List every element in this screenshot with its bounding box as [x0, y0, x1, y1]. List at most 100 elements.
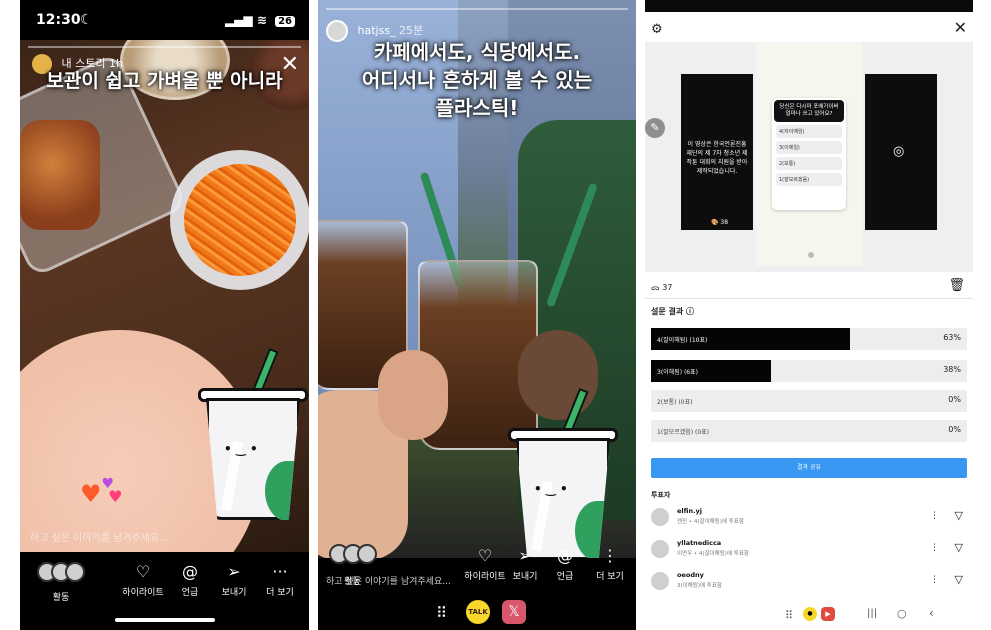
highlight-button[interactable]: ♡ 하이라이트 — [118, 562, 168, 598]
current-indicator — [808, 252, 814, 258]
moon-icon: ☾ — [80, 12, 93, 28]
result-percent: 63% — [943, 333, 961, 342]
voter-name: oeodny — [677, 571, 704, 579]
result-label: 1(잘모르겠음) (0표) — [657, 429, 710, 436]
camera-icon[interactable]: ◎ — [893, 144, 904, 159]
close-icon[interactable]: ✕ — [954, 18, 967, 37]
heart-icon: ♥ — [80, 480, 102, 508]
back-icon[interactable]: ‹ — [929, 606, 934, 620]
result-percent: 38% — [943, 365, 961, 374]
story-time: 25분 — [399, 24, 424, 37]
wifi-icon: ≋ — [256, 13, 267, 27]
app-grid-icon[interactable]: ⠿ — [785, 609, 793, 622]
highlight-label: 하이라이트 — [464, 572, 506, 582]
poll-question: 당신은 다시마 포에가이버 얼마나 쓰고 있어요? — [774, 100, 844, 122]
result-label: 4(잘이해됨) (10표) — [657, 337, 708, 344]
highlight-button[interactable]: ♡ 하이라이트 — [460, 546, 510, 582]
send-icon[interactable]: ▽ — [955, 573, 963, 586]
info-icon[interactable]: ⓘ — [686, 307, 694, 316]
story-panel-1: 12:30 ☾ ▂▄▆ ≋ 26 ♥♥♥ • ‿ • 내 스토리 1h ✕ 보관… — [20, 0, 309, 630]
more-icon[interactable]: ⋮ — [930, 511, 939, 521]
story-caption: 보관이 쉽고 가벼울 뿐 아니라 — [46, 70, 283, 92]
poll-option: 2(보통) — [776, 157, 842, 170]
story-photo-food[interactable]: ♥♥♥ • ‿ • — [20, 40, 309, 552]
send-icon[interactable]: ▽ — [955, 541, 963, 554]
settings-icon[interactable]: ⚙ — [651, 22, 663, 37]
android-nav-bar: ⠿ TALK 𝕏 — [318, 596, 636, 630]
story-thumbnail-current[interactable]: 당신은 다시마 포에가이버 얼마나 쓰고 있어요? 4(자이예임) 3(이메일)… — [756, 42, 862, 266]
send-icon: ➢ — [518, 546, 532, 565]
mention-label: 언급 — [181, 588, 199, 598]
x-app-icon[interactable]: 𝕏 — [502, 600, 526, 624]
voter-vote: 이연우 • 4(잘이해됨)에 투표함 — [677, 551, 749, 557]
poll-results-panel: ⚙ ✕ ✎ 이 영상은 한국언론진흥재단의 제 7차 청소년 제작툰 대회의 지… — [645, 0, 973, 630]
kakaotalk-icon[interactable]: ● — [803, 607, 817, 621]
send-icon[interactable]: ▽ — [955, 509, 963, 522]
activity-button[interactable] — [326, 544, 380, 572]
poll-option: 4(자이예임) — [776, 125, 842, 138]
app-grid-icon[interactable]: ⠿ — [436, 604, 447, 622]
avatar[interactable] — [651, 508, 669, 526]
divider — [645, 298, 973, 299]
activity-label: 활동 — [52, 593, 70, 603]
voter-row[interactable]: oeodny 3(이해됨)에 투표함 ⋮ ▽ — [651, 570, 967, 596]
message-placeholder[interactable]: 하고 싶은 이야기를 남겨주세요... — [30, 529, 169, 544]
story-progress-bar — [28, 46, 301, 48]
story-panel-2: • ‿ • hatjss_ 25분 카페에서도, 식당에서도. 어디서나 흔하게… — [318, 0, 636, 630]
send-label: 보내기 — [512, 572, 538, 582]
viewer-avatars — [326, 544, 380, 568]
activity-button[interactable]: 활동 — [34, 562, 88, 603]
viewer-avatars — [34, 562, 88, 586]
more-button[interactable]: ··· 더 보기 — [260, 562, 300, 598]
share-results-button[interactable]: 결과 공유 — [651, 458, 967, 478]
youtube-icon[interactable]: ▶ — [821, 607, 835, 621]
caption-line: 카페에서도, 식당에서도. — [373, 40, 581, 64]
story-thumbnail-right[interactable]: ◎ — [865, 74, 937, 230]
status-time: 12:30 — [36, 12, 81, 28]
result-label: 3(이해됨) (6표) — [657, 369, 698, 376]
poll-option: 3(이메일) — [776, 141, 842, 154]
android-nav-bar: ⠿ ● ▶ ||| ○ ‹ — [645, 602, 973, 630]
voter-row[interactable]: yllatnedicca 이연우 • 4(잘이해됨)에 투표함 ⋮ ▽ — [651, 538, 967, 564]
story-username[interactable]: hatjss_ — [358, 24, 396, 37]
mention-icon: @ — [557, 546, 573, 565]
kakaotalk-icon[interactable]: TALK — [466, 600, 490, 624]
status-icons: ▂▄▆ ≋ 26 — [225, 13, 295, 27]
activity-label: 활동 — [344, 577, 361, 587]
voter-name: elfin.yj — [677, 507, 703, 515]
signal-icon: ▂▄▆ — [224, 13, 253, 27]
more-label: 더 보기 — [596, 572, 624, 582]
send-button[interactable]: ➢ 보내기 — [216, 562, 252, 598]
home-indicator[interactable] — [115, 618, 215, 622]
caption-line: 플라스틱! — [435, 96, 519, 120]
send-button[interactable]: ➢ 보내기 — [508, 546, 542, 582]
home-icon[interactable]: ○ — [897, 607, 907, 620]
edit-pencil-icon[interactable]: ✎ — [645, 118, 665, 138]
story-thumbnail-left[interactable]: 이 영상은 한국언론진흥재단의 제 7차 청소년 제작툰 대회의 지원을 받아 … — [681, 74, 753, 230]
status-bar: 12:30 ☾ ▂▄▆ ≋ 26 — [20, 0, 309, 40]
highlight-icon: ♡ — [135, 562, 151, 581]
mention-button[interactable]: @ 언급 — [172, 562, 208, 598]
more-icon: ··· — [272, 562, 288, 581]
avatar[interactable] — [651, 540, 669, 558]
avatar[interactable] — [651, 572, 669, 590]
recents-icon[interactable]: ||| — [867, 608, 877, 619]
more-icon: ⋮ — [602, 546, 618, 565]
mention-button[interactable]: @ 언급 — [548, 546, 582, 582]
more-button[interactable]: ⋮ 더 보기 — [590, 546, 630, 582]
result-bar: 2(보통) (0표) 0% — [651, 390, 967, 412]
voter-row[interactable]: elfin.yj 엔진 • 4(잘이해됨)에 투표함 ⋮ ▽ — [651, 506, 967, 532]
view-count[interactable]: ᯅ 37 — [651, 282, 672, 293]
more-icon[interactable]: ⋮ — [930, 543, 939, 553]
trash-icon[interactable]: 🗑 — [948, 278, 965, 293]
more-icon[interactable]: ⋮ — [930, 575, 939, 585]
result-percent: 0% — [948, 395, 961, 404]
thumbnail-count: 🎨 38 — [711, 219, 729, 226]
battery-icon: 26 — [275, 16, 295, 27]
voter-vote: 3(이해됨)에 투표함 — [677, 583, 722, 589]
results-title-text: 설문 결과 — [651, 307, 684, 316]
plastic-cup-character: • ‿ • — [198, 347, 308, 520]
hearts-sticker: ♥♥♥ — [80, 476, 128, 508]
heart-icon: ♥ — [108, 487, 123, 506]
view-count-value: 37 — [662, 283, 673, 292]
